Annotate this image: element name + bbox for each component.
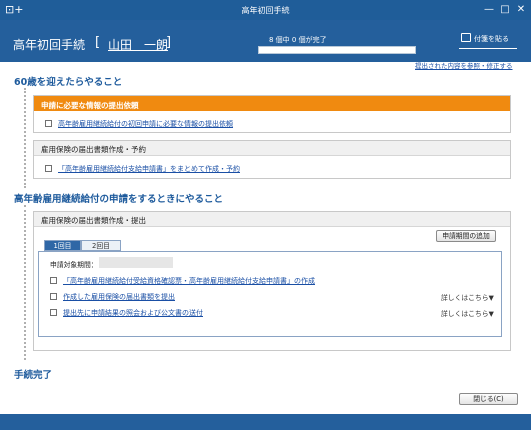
period-value: [99, 257, 173, 268]
task-row: 「高年齢雇用継続給付支給申請書」をまとめて作成・予約: [45, 164, 240, 174]
section-title-apply: 高年齢雇用継続給付の申請をするときにやること: [14, 194, 224, 205]
add-period-button[interactable]: 申請期間の追加: [436, 230, 496, 242]
detail-toggle[interactable]: 詳しくはこちら▼: [441, 292, 494, 302]
sticky-note-icon: [461, 33, 471, 42]
task-row: 提出先に申請結果の照会および公文書の送付: [50, 308, 203, 318]
card-header: 雇用保険の届出書類作成・提出: [34, 212, 510, 227]
bracket-close: ]: [166, 35, 172, 50]
footer-bar: [0, 414, 531, 430]
card-header: 申請に必要な情報の提出依頼: [34, 96, 510, 111]
section-title-age60: 60歳を迎えたらやること: [14, 77, 123, 88]
sticky-note-label: 付箋を貼る: [474, 35, 509, 43]
task-link[interactable]: 「高年齢雇用継続給付支給申請書」をまとめて作成・予約: [58, 165, 240, 173]
progress-bar: [258, 46, 416, 54]
task-link[interactable]: 高年齢雇用継続給付の初回申請に必要な情報の提出依頼: [58, 120, 233, 128]
task-row: 「高年齢雇用継続給付受給資格確認票・高年齢雇用継続給付支給申請書」の作成: [50, 276, 315, 286]
procedure-complete-label: 手続完了: [14, 370, 53, 381]
task-checkbox[interactable]: [50, 277, 57, 284]
timeline-line: [24, 205, 26, 360]
sticky-note-underline: [459, 48, 517, 49]
detail-toggle[interactable]: 詳しくはこちら▼: [441, 308, 494, 318]
tab-round-2[interactable]: 2回目: [81, 240, 121, 251]
window-titlebar: ⊡+ 高年初回手続 — □ ✕: [0, 0, 531, 20]
card-header: 雇用保険の届出書類作成・予約: [34, 141, 510, 156]
window-title: 高年初回手続: [241, 6, 290, 15]
close-window-button[interactable]: ✕: [513, 2, 529, 17]
timeline-line: [24, 88, 26, 188]
task-checkbox[interactable]: [50, 293, 57, 300]
procedure-title: 高年初回手続: [13, 38, 86, 52]
review-submitted-link[interactable]: 提出された内容を参照・修正する: [415, 60, 513, 70]
minimize-button[interactable]: —: [481, 2, 497, 17]
bracket-open: [: [95, 35, 101, 50]
period-label: 申請対象期間：: [50, 261, 98, 269]
task-checkbox[interactable]: [45, 120, 52, 127]
task-row: 高年齢雇用継続給付の初回申請に必要な情報の提出依頼: [45, 119, 233, 129]
task-row: 作成した雇用保険の届出書類を提出: [50, 292, 175, 302]
task-checkbox[interactable]: [50, 309, 57, 316]
card-info-request: 申請に必要な情報の提出依頼 高年齢雇用継続給付の初回申請に必要な情報の提出依頼: [33, 95, 511, 133]
employee-name-link[interactable]: 山田 一朗: [108, 36, 168, 53]
progress-label: 8 個中 0 個が完了: [269, 36, 327, 44]
task-link[interactable]: 作成した雇用保険の届出書類を提出: [63, 293, 175, 301]
card-form-reservation: 雇用保険の届出書類作成・予約 「高年齢雇用継続給付支給申請書」をまとめて作成・予…: [33, 140, 511, 179]
close-button[interactable]: 閉じる(C): [459, 393, 518, 405]
task-checkbox[interactable]: [45, 165, 52, 172]
sticky-note-button[interactable]: 付箋を貼る: [461, 33, 509, 47]
maximize-button[interactable]: □: [497, 2, 513, 17]
procedure-header: 高年初回手続 [ 山田 一朗 ] 8 個中 0 個が完了 付箋を貼る: [0, 20, 531, 62]
task-link[interactable]: 「高年齢雇用継続給付受給資格確認票・高年齢雇用継続給付支給申請書」の作成: [63, 277, 315, 285]
tab-round-1[interactable]: 1回目: [44, 240, 81, 251]
task-link[interactable]: 提出先に申請結果の照会および公文書の送付: [63, 309, 203, 317]
